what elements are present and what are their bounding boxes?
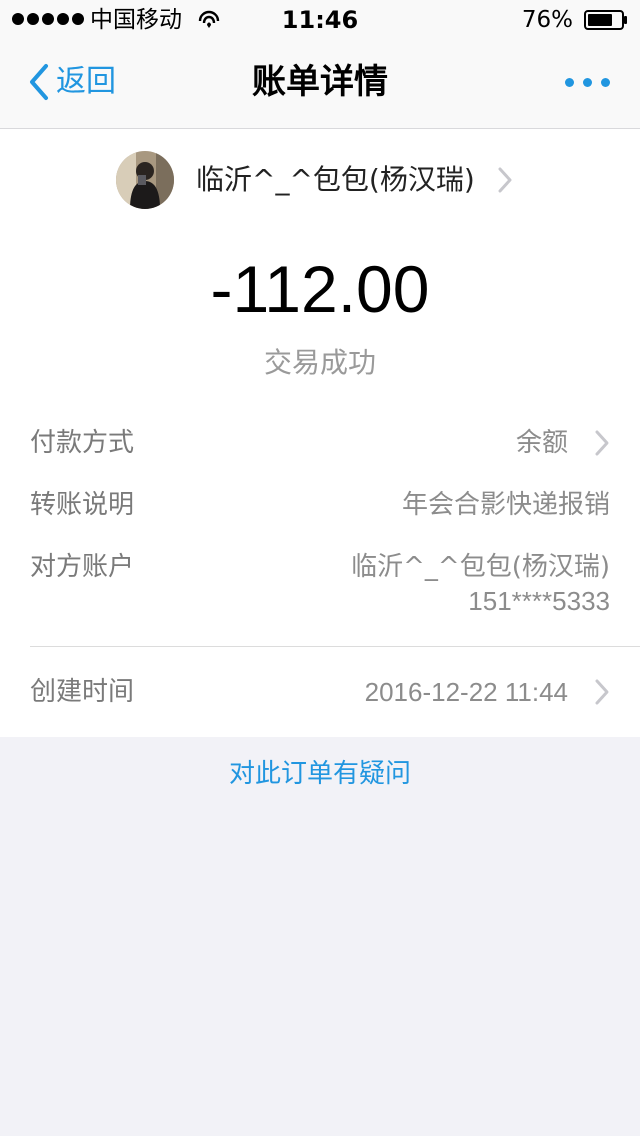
transfer-note-row: 转账说明 年会合影快递报销: [30, 485, 610, 529]
battery-percentage: 76%: [521, 7, 573, 33]
more-dots-icon: [601, 78, 610, 87]
counterparty-row: 对方账户 临沂^_^包包(杨汉瑞) 151****5333: [30, 547, 610, 627]
chevron-right-icon: [595, 430, 609, 456]
payee-name: 临沂^_^包包(杨汉瑞): [196, 163, 475, 196]
counterparty-phone: 151****5333: [468, 586, 610, 616]
status-bar: 中国移动 11:46 76%: [0, 0, 640, 40]
more-options-button[interactable]: [565, 78, 610, 87]
page-title: 账单详情: [252, 62, 388, 102]
battery-icon: [584, 10, 627, 30]
created-time-label: 创建时间: [30, 677, 135, 707]
top-bar: 中国移动 11:46 76% 返回 账单详情: [0, 0, 640, 129]
created-time-row[interactable]: 创建时间 2016-12-22 11:44: [30, 672, 610, 716]
transaction-status: 交易成功: [263, 346, 376, 379]
chevron-right-icon: [595, 679, 609, 705]
counterparty-name: 临沂^_^包包(杨汉瑞): [351, 552, 610, 582]
payee-row[interactable]: 临沂^_^包包(杨汉瑞): [116, 151, 513, 209]
payment-method-label: 付款方式: [30, 428, 135, 458]
navigation-bar: 返回 账单详情: [0, 40, 640, 128]
transfer-note-value: 年会合影快递报销: [401, 490, 610, 520]
divider: [30, 646, 640, 647]
transaction-amount: -112.00: [210, 252, 430, 326]
avatar: [116, 151, 174, 209]
bill-detail-card: 临沂^_^包包(杨汉瑞) -112.00 交易成功 付款方式 余额 转账说明 年…: [0, 129, 640, 737]
counterparty-label: 对方账户: [30, 552, 135, 582]
transfer-note-label: 转账说明: [30, 490, 135, 520]
created-time-value: 2016-12-22 11:44: [364, 677, 568, 707]
more-dots-icon: [583, 78, 592, 87]
order-question-link[interactable]: 对此订单有疑问: [0, 754, 640, 794]
payment-method-value: 余额: [515, 428, 568, 458]
more-dots-icon: [565, 78, 574, 87]
payment-method-row[interactable]: 付款方式 余额: [30, 423, 610, 467]
chevron-right-icon: [498, 167, 512, 193]
